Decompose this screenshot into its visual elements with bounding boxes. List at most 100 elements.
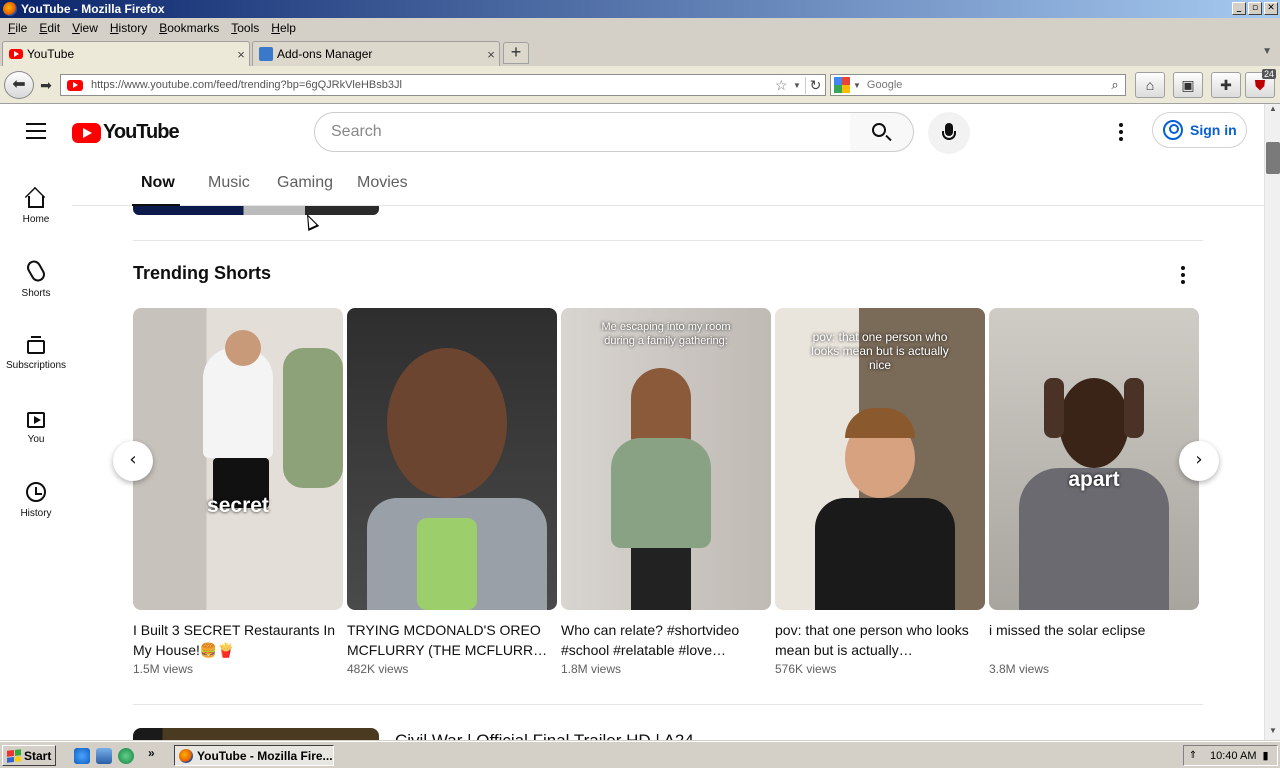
short-thumbnail[interactable]: secret xyxy=(133,308,343,610)
menu-bookmarks[interactable]: Bookmarks xyxy=(153,21,225,35)
url-history-dropdown-icon[interactable]: ▼ xyxy=(793,81,805,90)
video-title[interactable]: Civil War | Official Final Trailer HD | … xyxy=(395,731,694,740)
short-thumbnail[interactable]: Me escaping into my room during a family… xyxy=(561,308,771,610)
close-button[interactable]: ✕ xyxy=(1264,2,1278,15)
previous-video-thumbnail[interactable] xyxy=(133,206,379,215)
start-button[interactable]: Start xyxy=(2,745,56,766)
short-item[interactable]: TRYING MCDONALD'S OREO MCFLURRY (THE MCF… xyxy=(347,308,557,676)
maximize-button[interactable]: ▫ xyxy=(1248,2,1262,15)
guide-item-you[interactable]: You xyxy=(0,392,72,458)
hamburger-menu-icon[interactable] xyxy=(26,123,46,139)
short-item[interactable]: secret I Built 3 SECRET Restaurants In M… xyxy=(133,308,343,676)
guide-item-subscriptions[interactable]: Subscriptions xyxy=(0,318,72,384)
reload-icon[interactable]: ↻ xyxy=(805,76,825,94)
tab-close-icon[interactable]: × xyxy=(483,47,499,62)
tab-music[interactable]: Music xyxy=(208,174,250,192)
short-title[interactable]: I Built 3 SECRET Restaurants In My House… xyxy=(133,620,343,660)
thumbnail-figure xyxy=(417,518,477,610)
menu-history[interactable]: History xyxy=(104,21,153,35)
short-thumbnail[interactable]: pov: that one person who looks mean but … xyxy=(775,308,985,610)
carousel-next-button[interactable]: › xyxy=(1179,441,1219,481)
taskbar-window-label: YouTube - Mozilla Fire... xyxy=(197,748,333,763)
thumbnail-figure xyxy=(631,548,691,610)
sign-in-label: Sign in xyxy=(1190,122,1237,138)
search-input[interactable]: Search xyxy=(314,112,852,152)
thumbnail-figure xyxy=(225,330,261,366)
thumbnail-figure xyxy=(1044,378,1064,438)
tray-expand-icon[interactable]: ⇑ xyxy=(1184,750,1202,761)
search-bar[interactable]: ▼ Google ⌕ xyxy=(830,74,1126,96)
thumbnail-figure xyxy=(283,348,343,488)
youtube-logo[interactable]: YouTube xyxy=(72,121,180,144)
short-overlay-caption: Me escaping into my room during a family… xyxy=(601,321,731,347)
short-overlay-caption: apart xyxy=(1068,468,1120,491)
search-engine-dropdown-icon[interactable]: ▼ xyxy=(853,81,861,90)
menu-file[interactable]: File xyxy=(2,21,33,35)
menu-view[interactable]: View xyxy=(66,21,104,35)
tab-close-icon[interactable]: × xyxy=(233,47,249,62)
short-title[interactable]: pov: that one person who looks mean but … xyxy=(775,620,985,660)
short-title[interactable]: Who can relate? #shortvideo #school #rel… xyxy=(561,620,771,660)
home-button[interactable]: ⌂ xyxy=(1135,72,1165,98)
scroll-down-icon[interactable]: ▼ xyxy=(1265,726,1280,740)
guide-item-history[interactable]: History xyxy=(0,466,72,532)
search-icon[interactable]: ⌕ xyxy=(1105,77,1125,93)
tab-gaming[interactable]: Gaming xyxy=(277,174,333,192)
shield-addon-button[interactable]: ⛊ 24 xyxy=(1245,69,1276,98)
video-thumbnail[interactable] xyxy=(133,728,379,740)
short-item[interactable]: pov: that one person who looks mean but … xyxy=(775,308,985,676)
sign-in-button[interactable]: Sign in xyxy=(1152,112,1247,148)
search-button[interactable] xyxy=(850,112,914,152)
history-icon xyxy=(26,482,46,502)
internet-explorer-icon[interactable] xyxy=(74,748,90,764)
bookmark-star-icon[interactable]: ☆ xyxy=(775,77,793,94)
thumbnail-figure xyxy=(1059,378,1129,468)
search-bar-placeholder[interactable]: Google xyxy=(867,79,1105,91)
scrollbar-thumb[interactable] xyxy=(1266,142,1280,174)
short-item[interactable]: Me escaping into my room during a family… xyxy=(561,308,771,676)
new-tab-button[interactable]: + xyxy=(503,42,529,64)
addons-puzzle-button[interactable]: ✚ xyxy=(1211,72,1241,98)
tab-addons-manager[interactable]: Add-ons Manager × xyxy=(252,41,500,66)
tab-list-chevron-down-icon[interactable]: ▼ xyxy=(1262,46,1272,57)
scroll-up-icon[interactable]: ▲ xyxy=(1265,104,1280,118)
taskbar-firefox-window[interactable]: YouTube - Mozilla Fire... xyxy=(174,745,334,766)
short-thumbnail[interactable] xyxy=(347,308,557,610)
quick-launch-overflow-icon[interactable]: » xyxy=(148,746,155,760)
back-button[interactable]: ⬅ xyxy=(4,71,34,99)
site-identity-icon[interactable] xyxy=(67,79,83,91)
bookmarks-button[interactable]: ▣ xyxy=(1173,72,1203,98)
settings-more-icon[interactable] xyxy=(1119,123,1123,144)
menu-tools[interactable]: Tools xyxy=(225,21,265,35)
section-more-icon[interactable] xyxy=(1181,266,1185,287)
short-views: 1.8M views xyxy=(561,662,622,676)
clock[interactable]: 10:40 AM xyxy=(1210,750,1256,762)
carousel-previous-button[interactable]: ‹ xyxy=(113,441,153,481)
thumbnail-figure xyxy=(611,438,711,548)
forward-button[interactable]: ➡ xyxy=(35,75,57,95)
shorts-icon xyxy=(24,257,48,285)
guide-item-home[interactable]: Home xyxy=(0,170,72,236)
show-desktop-icon[interactable] xyxy=(96,748,112,764)
short-title[interactable]: TRYING MCDONALD'S OREO MCFLURRY (THE MCF… xyxy=(347,620,557,660)
voice-search-button[interactable] xyxy=(928,112,970,154)
google-icon[interactable] xyxy=(834,77,850,93)
short-item[interactable]: apart i missed the solar eclipse 3.8M vi… xyxy=(989,308,1199,676)
menu-help[interactable]: Help xyxy=(265,21,302,35)
volume-icon[interactable]: ▮ xyxy=(1262,749,1268,762)
menu-edit[interactable]: Edit xyxy=(33,21,66,35)
url-text[interactable]: https://www.youtube.com/feed/trending?bp… xyxy=(91,79,775,91)
guide-item-shorts[interactable]: Shorts xyxy=(0,244,72,310)
url-bar[interactable]: https://www.youtube.com/feed/trending?bp… xyxy=(60,74,826,96)
tab-now[interactable]: Now xyxy=(141,174,175,192)
windows-taskbar: Start » YouTube - Mozilla Fire... ⇑ 10:4… xyxy=(0,741,1280,768)
page-scrollbar[interactable]: ▲ ▼ xyxy=(1264,104,1280,740)
short-title[interactable]: i missed the solar eclipse xyxy=(989,620,1199,660)
tab-movies[interactable]: Movies xyxy=(357,174,408,192)
tab-strip: YouTube × Add-ons Manager × + ▼ xyxy=(0,38,1280,66)
system-tray: ⇑ 10:40 AM ▮ xyxy=(1183,745,1278,766)
minimize-button[interactable]: _ xyxy=(1232,2,1246,15)
media-player-icon[interactable] xyxy=(118,748,134,764)
tab-youtube[interactable]: YouTube × xyxy=(2,41,250,66)
short-thumbnail[interactable]: apart xyxy=(989,308,1199,610)
